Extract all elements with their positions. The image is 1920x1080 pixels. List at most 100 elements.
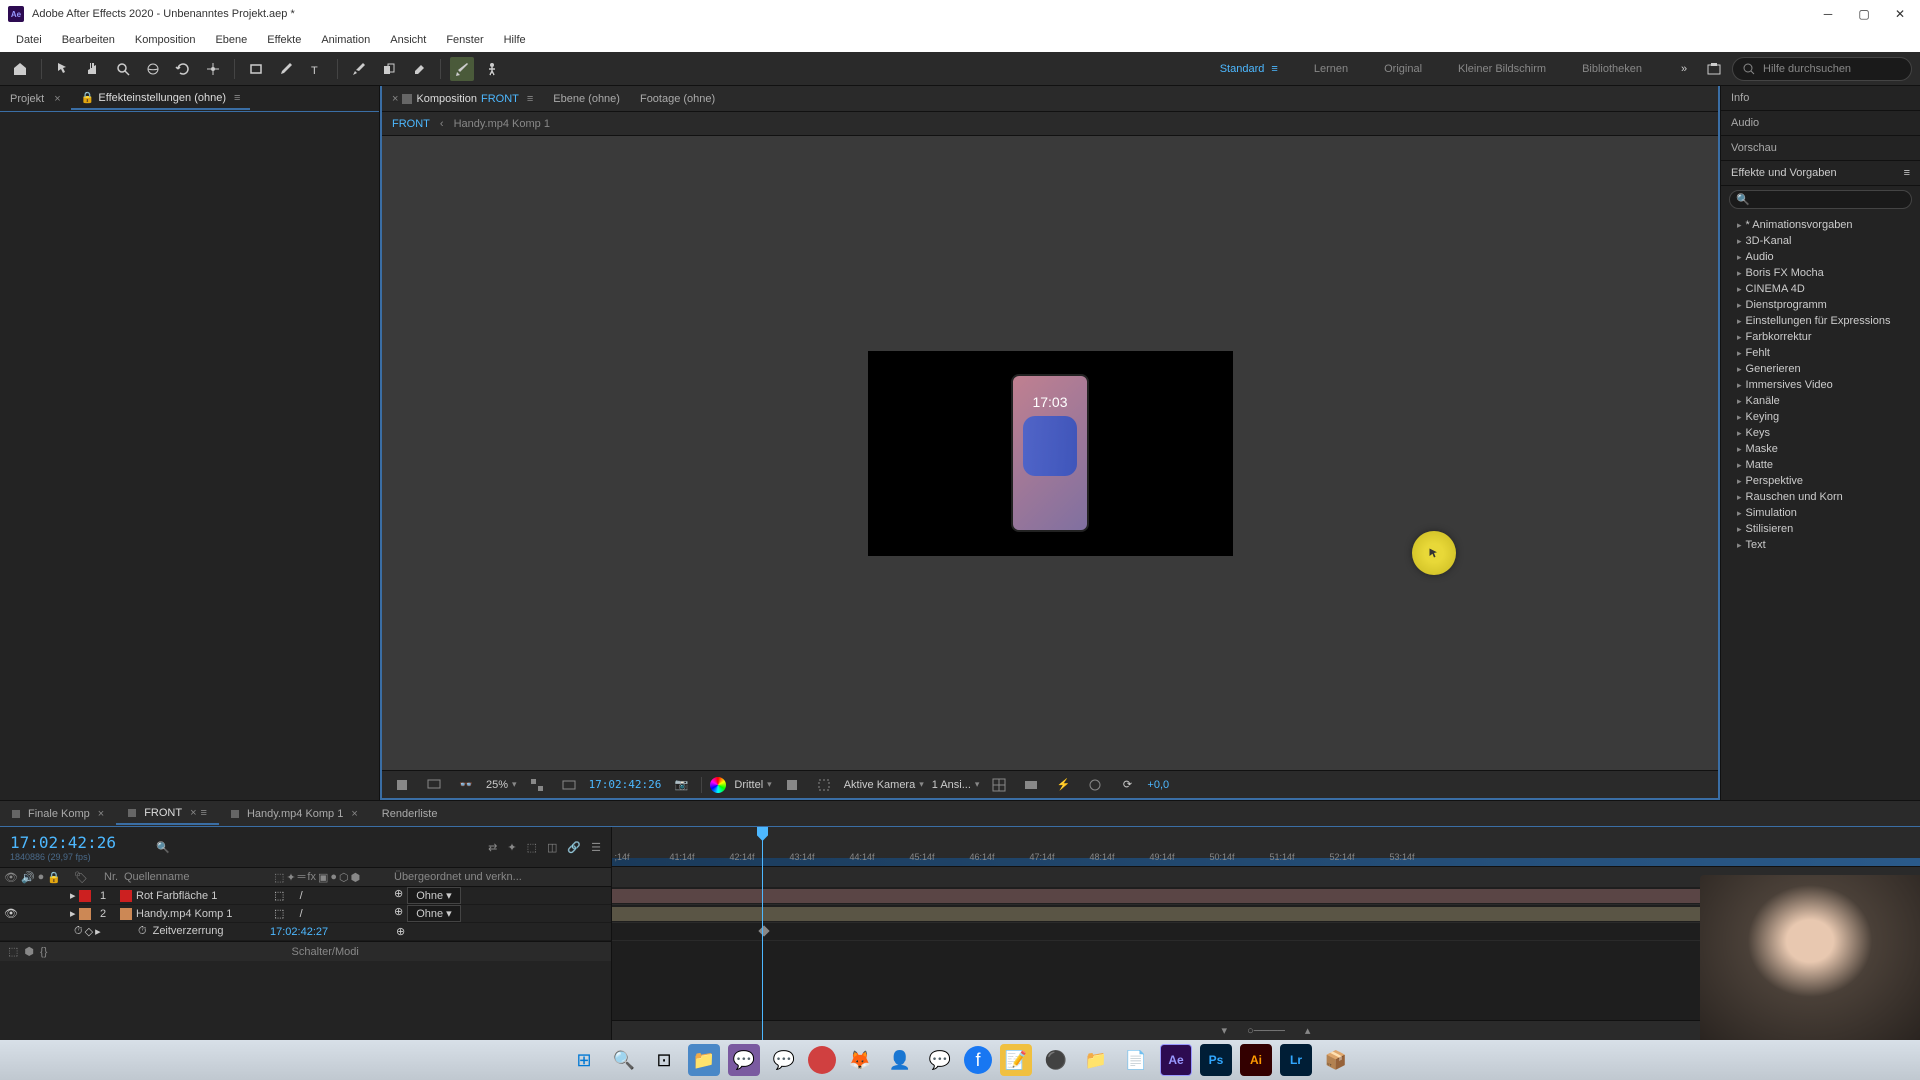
timeline-tab[interactable]: Finale Komp × (0, 804, 116, 824)
layer-tab[interactable]: Ebene (ohne) (543, 89, 630, 109)
search-taskbar[interactable]: 🔍 (608, 1044, 640, 1076)
breadcrumb-item[interactable]: FRONT (392, 118, 430, 130)
eraser-tool[interactable] (407, 57, 431, 81)
effect-category[interactable]: ▸ 3D-Kanal (1721, 233, 1920, 249)
camera-icon[interactable]: 📷 (669, 773, 693, 797)
close-icon[interactable]: × (392, 93, 398, 105)
timeline-icon[interactable]: ◫ (547, 841, 557, 854)
property-name[interactable]: Zeitverzerrung (153, 925, 224, 938)
timecode-icon[interactable] (557, 773, 581, 797)
app-icon[interactable]: 📦 (1320, 1044, 1352, 1076)
keyframe-diamond[interactable] (758, 925, 769, 936)
help-search[interactable]: Hilfe durchsuchen (1732, 57, 1912, 81)
effect-category[interactable]: ▸ Matte (1721, 457, 1920, 473)
timeline-search-icon[interactable]: 🔍 (156, 841, 170, 854)
effects-search-input[interactable]: 🔍 (1729, 190, 1912, 209)
effect-category[interactable]: ▸ Dienstprogramm (1721, 297, 1920, 313)
workspace-original[interactable]: Original (1376, 59, 1430, 79)
composition-canvas[interactable]: 17:03 (868, 351, 1233, 556)
effect-category[interactable]: ▸ * Animationsvorgaben (1721, 217, 1920, 233)
close-icon[interactable]: × (54, 93, 60, 105)
quality-dropdown[interactable]: Drittel ▾ (734, 779, 771, 791)
timeline-icon[interactable]: ⇄ (488, 841, 497, 854)
color-management-icon[interactable] (710, 777, 726, 793)
file-explorer[interactable]: 📁 (688, 1044, 720, 1076)
zoom-dropdown[interactable]: 25% ▾ (486, 779, 517, 791)
footer-icon[interactable]: ⬢ (24, 945, 34, 958)
anchor-tool[interactable] (201, 57, 225, 81)
pixel-icon[interactable] (1019, 773, 1043, 797)
timeline-icon[interactable]: ☰ (591, 841, 601, 854)
home-tool[interactable] (8, 57, 32, 81)
fast-preview-icon[interactable]: ⚡ (1051, 773, 1075, 797)
resolution-icon[interactable] (525, 773, 549, 797)
exposure-value[interactable]: +0,0 (1147, 779, 1169, 791)
roto-tool[interactable] (450, 57, 474, 81)
panel-menu-icon[interactable]: ≡ (1904, 167, 1910, 179)
lightroom-icon[interactable]: Lr (1280, 1044, 1312, 1076)
stopwatch-icon[interactable]: ⏱ (138, 925, 147, 938)
windows-start[interactable]: ⊞ (568, 1044, 600, 1076)
maximize-button[interactable]: ▢ (1856, 6, 1872, 22)
clone-tool[interactable] (377, 57, 401, 81)
mask-icon[interactable] (390, 773, 414, 797)
menu-ebene[interactable]: Ebene (207, 32, 255, 48)
text-tool[interactable]: T (304, 57, 328, 81)
effect-category[interactable]: ▸ Fehlt (1721, 345, 1920, 361)
source-name-header[interactable]: Quellenname (120, 871, 270, 883)
whatsapp-icon[interactable]: 💬 (768, 1044, 800, 1076)
info-tab[interactable]: Info (1721, 86, 1920, 111)
effect-category[interactable]: ▸ Farbkorrektur (1721, 329, 1920, 345)
render-icon[interactable] (1083, 773, 1107, 797)
roi-icon[interactable] (812, 773, 836, 797)
timeline-icon[interactable]: ✦ (507, 841, 516, 854)
notepad-icon[interactable]: 📄 (1120, 1044, 1152, 1076)
brush-tool[interactable] (347, 57, 371, 81)
rotation-tool[interactable] (171, 57, 195, 81)
effect-category[interactable]: ▸ Audio (1721, 249, 1920, 265)
timeline-layer-row[interactable]: ▸1Rot Farbfläche 1⬚ /⊕Ohne ▾ (0, 887, 611, 905)
workspace-lernen[interactable]: Lernen (1306, 59, 1356, 79)
app-icon[interactable] (808, 1046, 836, 1074)
timeline-tab[interactable]: Renderliste (370, 804, 450, 824)
workspace-bibliotheken[interactable]: Bibliotheken (1574, 59, 1650, 79)
orbit-tool[interactable] (141, 57, 165, 81)
preview-tab[interactable]: Vorschau (1721, 136, 1920, 161)
task-view[interactable]: ⊡ (648, 1044, 680, 1076)
footer-icon[interactable]: ⬚ (8, 945, 18, 958)
effect-category[interactable]: ▸ Keying (1721, 409, 1920, 425)
hand-tool[interactable] (81, 57, 105, 81)
menu-datei[interactable]: Datei (8, 32, 50, 48)
firefox-icon[interactable]: 🦊 (844, 1044, 876, 1076)
timeline-icon[interactable]: 🔗 (567, 841, 581, 854)
snapshot-icon[interactable] (1702, 57, 1726, 81)
selection-tool[interactable] (51, 57, 75, 81)
puppet-tool[interactable] (480, 57, 504, 81)
breadcrumb-item[interactable]: Handy.mp4 Komp 1 (454, 118, 550, 130)
rectangle-tool[interactable] (244, 57, 268, 81)
effect-category[interactable]: ▸ Boris FX Mocha (1721, 265, 1920, 281)
viewport[interactable]: 17:03 (382, 136, 1718, 770)
effect-category[interactable]: ▸ Kanäle (1721, 393, 1920, 409)
workspace-kleiner bildschirm[interactable]: Kleiner Bildschirm (1450, 59, 1554, 79)
zoom-tool[interactable] (111, 57, 135, 81)
display-icon[interactable] (422, 773, 446, 797)
effect-category[interactable]: ▸ CINEMA 4D (1721, 281, 1920, 297)
timeline-tab[interactable]: FRONT × ≡ (116, 803, 219, 825)
grid-icon[interactable] (987, 773, 1011, 797)
effect-category[interactable]: ▸ Keys (1721, 425, 1920, 441)
close-button[interactable]: ✕ (1892, 6, 1908, 22)
timeline-tab[interactable]: Handy.mp4 Komp 1 × (219, 804, 370, 824)
footer-icon[interactable]: {} (40, 946, 47, 958)
effect-controls-tab[interactable]: 🔒 Effekteinstellungen (ohne) ≡ (71, 87, 251, 110)
effect-category[interactable]: ▸ Simulation (1721, 505, 1920, 521)
app-icon[interactable]: 💬 (728, 1044, 760, 1076)
effect-category[interactable]: ▸ Generieren (1721, 361, 1920, 377)
after-effects-icon[interactable]: Ae (1160, 1044, 1192, 1076)
timeline-layer-row[interactable]: 👁▸2Handy.mp4 Komp 1⬚ /⊕Ohne ▾ (0, 905, 611, 923)
stopwatch-icon[interactable]: ⏱ (74, 925, 83, 938)
menu-ansicht[interactable]: Ansicht (382, 32, 434, 48)
menu-fenster[interactable]: Fenster (438, 32, 491, 48)
effect-category[interactable]: ▸ Text (1721, 537, 1920, 553)
illustrator-icon[interactable]: Ai (1240, 1044, 1272, 1076)
